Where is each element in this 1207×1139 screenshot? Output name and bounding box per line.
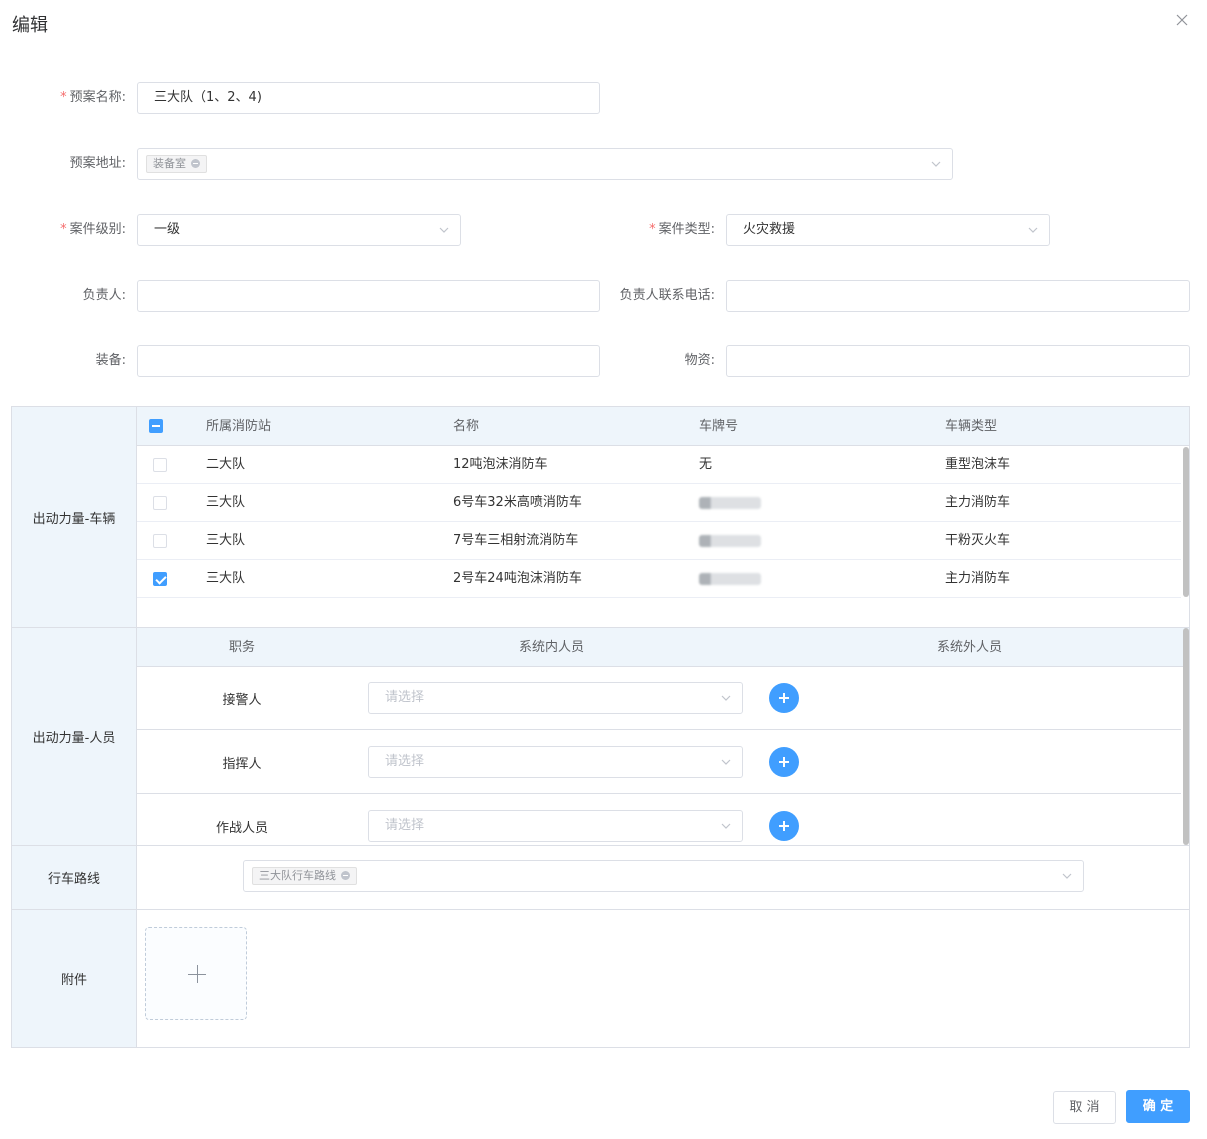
type-select[interactable]: 火灾救援: [726, 214, 1050, 246]
personnel-scrollbar[interactable]: [1183, 628, 1189, 845]
type-label: * 案件类型:: [649, 222, 715, 237]
equipment-label: 装备:: [95, 353, 126, 368]
name-label: * 预案名称:: [60, 90, 126, 105]
upload-button[interactable]: [145, 927, 247, 1020]
cancel-button[interactable]: 取 消: [1053, 1091, 1116, 1124]
table-row[interactable]: 三大队 2号车24吨泡沫消防车 主力消防车: [137, 560, 1181, 598]
vehicles-section-label: 出动力量-车辆: [12, 407, 137, 627]
column-header: 车辆类型: [945, 419, 998, 434]
table-row[interactable]: 二大队 12吨泡沫消防车 无 重型泡沫车: [137, 446, 1181, 484]
dialog-title: 编辑: [12, 15, 48, 36]
required-mark: *: [60, 90, 67, 105]
column-header: 系统内人员: [519, 640, 585, 655]
select-placeholder: 请选择: [385, 818, 425, 833]
address-label: 预案地址:: [69, 156, 126, 171]
level-select[interactable]: 一级: [137, 214, 461, 246]
vehicle-type-cell: 干粉灭火车: [945, 533, 1011, 548]
station-cell: 三大队: [206, 533, 246, 548]
row-checkbox[interactable]: [153, 458, 167, 472]
select-all-checkbox[interactable]: [149, 419, 163, 433]
plan-name-input[interactable]: 三大队（1、2、4): [137, 82, 600, 114]
column-header: 所属消防站: [206, 419, 272, 434]
address-tag: 装备室: [146, 155, 207, 173]
vehicle-type-cell: 主力消防车: [945, 571, 1011, 586]
personnel-select[interactable]: 请选择: [368, 682, 743, 714]
materials-label: 物资:: [684, 353, 715, 368]
vehicle-name-cell: 2号车24吨泡沫消防车: [453, 571, 582, 586]
personnel-row: 作战人员 请选择: [137, 795, 1181, 845]
close-icon[interactable]: [1174, 12, 1190, 28]
personnel-table-header: 职务 系统内人员 系统外人员: [137, 628, 1189, 667]
leader-input[interactable]: [137, 280, 600, 312]
add-person-button[interactable]: [769, 683, 799, 713]
vehicle-name-cell: 6号车32米高喷消防车: [453, 495, 582, 510]
station-cell: 二大队: [206, 457, 246, 472]
leader-label: 负责人:: [82, 288, 126, 303]
station-cell: 三大队: [206, 495, 246, 510]
chevron-down-icon: [721, 695, 731, 701]
row-checkbox[interactable]: [153, 496, 167, 510]
role-label: 接警人: [222, 693, 262, 708]
select-placeholder: 请选择: [385, 754, 425, 769]
table-row[interactable]: 三大队 6号车32米高喷消防车 主力消防车: [137, 484, 1181, 522]
tag-close-icon[interactable]: [191, 159, 200, 168]
table-row[interactable]: 三大队 7号车三相射流消防车 干粉灭火车: [137, 522, 1181, 560]
vehicle-type-cell: 重型泡沫车: [945, 457, 1011, 472]
leader-phone-input[interactable]: [726, 280, 1190, 312]
vehicle-name-cell: 12吨泡沫消防车: [453, 457, 548, 472]
chevron-down-icon: [1062, 873, 1072, 879]
select-placeholder: 请选择: [385, 690, 425, 705]
route-select[interactable]: 三大队行车路线: [243, 860, 1084, 892]
plate-cell-blurred: [699, 560, 761, 598]
attachment-section-label: 附件: [12, 910, 137, 1047]
plate-cell-blurred: [699, 522, 761, 560]
chevron-down-icon: [931, 161, 941, 167]
level-label: * 案件级别:: [60, 222, 126, 237]
personnel-section-label: 出动力量-人员: [12, 628, 137, 845]
tag-close-icon[interactable]: [341, 871, 350, 880]
chevron-down-icon: [439, 227, 449, 233]
add-person-button[interactable]: [769, 811, 799, 841]
vehicles-scrollbar[interactable]: [1183, 447, 1189, 597]
route-tag: 三大队行车路线: [252, 867, 357, 885]
vehicle-type-cell: 主力消防车: [945, 495, 1011, 510]
column-header: 系统外人员: [937, 640, 1003, 655]
address-select[interactable]: 装备室: [137, 148, 953, 180]
personnel-row: 接警人 请选择: [137, 667, 1181, 730]
dispatch-table: 出动力量-车辆 所属消防站 名称 车牌号 车辆类型 二大队 12吨泡沫消防车 无…: [11, 406, 1190, 1048]
route-section-label: 行车路线: [12, 846, 137, 909]
column-header: 职务: [229, 640, 256, 655]
chevron-down-icon: [721, 823, 731, 829]
personnel-row: 指挥人 请选择: [137, 731, 1181, 794]
column-header: 名称: [453, 419, 480, 434]
add-person-button[interactable]: [769, 747, 799, 777]
vehicles-table-header: 所属消防站 名称 车牌号 车辆类型: [137, 407, 1189, 446]
equipment-input[interactable]: [137, 345, 600, 377]
leader-phone-label: 负责人联系电话:: [619, 288, 715, 303]
column-header: 车牌号: [699, 419, 739, 434]
plate-cell-blurred: [699, 484, 761, 522]
personnel-select[interactable]: 请选择: [368, 746, 743, 778]
plate-cell: 无: [699, 457, 713, 472]
personnel-select[interactable]: 请选择: [368, 810, 743, 842]
vehicle-name-cell: 7号车三相射流消防车: [453, 533, 579, 548]
plan-name-value: 三大队（1、2、4): [154, 90, 262, 105]
materials-input[interactable]: [726, 345, 1190, 377]
row-checkbox[interactable]: [153, 534, 167, 548]
confirm-button[interactable]: 确 定: [1126, 1090, 1190, 1123]
type-value: 火灾救援: [743, 222, 796, 237]
role-label: 作战人员: [215, 821, 268, 836]
role-label: 指挥人: [222, 757, 262, 772]
level-value: 一级: [154, 222, 181, 237]
station-cell: 三大队: [206, 571, 246, 586]
chevron-down-icon: [1028, 227, 1038, 233]
chevron-down-icon: [721, 759, 731, 765]
row-checkbox-checked[interactable]: [153, 572, 167, 586]
